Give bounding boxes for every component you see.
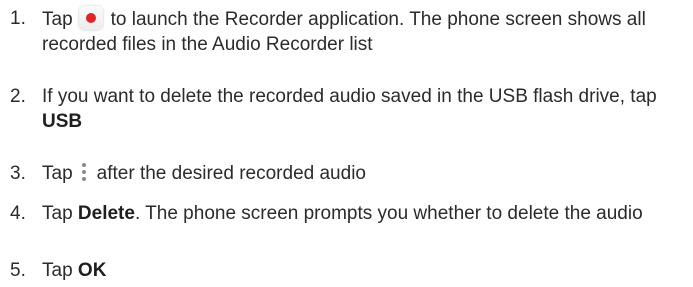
step-number: 2. <box>10 86 26 107</box>
more-vertical-icon <box>81 161 87 183</box>
step-verb: Tap <box>42 163 73 184</box>
step-text: Tap to launch the Recorder application. T… <box>42 6 682 57</box>
step-description: . The phone screen prompts you whether t… <box>134 203 643 224</box>
step-text: Tap Delete. The phone screen prompts you… <box>42 201 682 226</box>
step-number: 5. <box>10 260 26 281</box>
usb-label: USB <box>42 111 83 132</box>
step-verb: Tap <box>42 9 73 30</box>
step-description: to launch the Recorder application. The … <box>42 9 646 55</box>
delete-label: Delete <box>77 203 135 224</box>
step-text: If you want to delete the recorded audio… <box>42 84 682 134</box>
step-text: Tap after the desired recorded audio <box>42 161 682 186</box>
step-verb: Tap <box>42 260 73 281</box>
step-number: 3. <box>10 163 26 184</box>
step-description: after the desired recorded audio <box>96 163 366 184</box>
step-description: If you want to delete the recorded audio… <box>42 86 657 107</box>
step-number: 4. <box>10 203 26 224</box>
step-text: Tap OK <box>42 258 682 283</box>
recorder-app-icon <box>78 6 103 30</box>
step-number: 1. <box>10 8 26 29</box>
step-verb: Tap <box>42 203 73 224</box>
ok-label: OK <box>77 260 107 281</box>
instruction-steps: 1. Tap to launch the Recorder application… <box>0 0 693 287</box>
